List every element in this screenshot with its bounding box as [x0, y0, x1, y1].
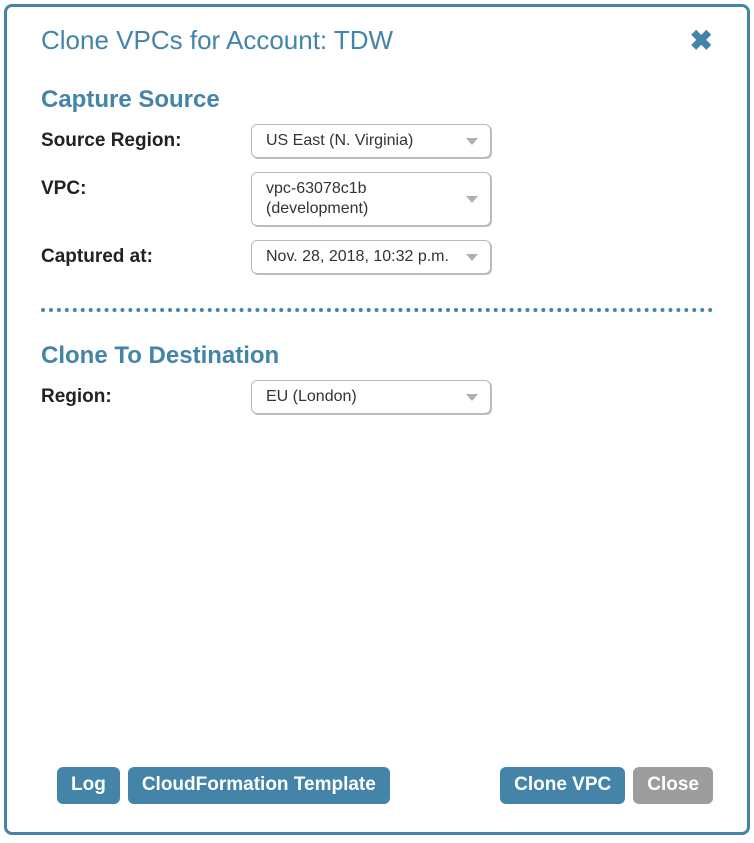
vpc-row: VPC: vpc-63078c1b (development) [41, 172, 713, 226]
section-divider [41, 308, 713, 312]
modal-title: Clone VPCs for Account: TDW [41, 25, 393, 56]
destination-region-value: EU (London) [266, 387, 357, 407]
log-button[interactable]: Log [57, 767, 120, 804]
close-button[interactable]: Close [633, 767, 713, 804]
close-icon[interactable]: ✖ [690, 27, 713, 55]
destination-region-select[interactable]: EU (London) [251, 380, 491, 414]
destination-region-row: Region: EU (London) [41, 380, 713, 414]
vpc-label: VPC: [41, 172, 251, 200]
modal-body: Capture Source Source Region: US East (N… [7, 56, 747, 767]
captured-at-value: Nov. 28, 2018, 10:32 p.m. [266, 247, 449, 267]
source-region-select[interactable]: US East (N. Virginia) [251, 124, 491, 158]
clone-vpc-button[interactable]: Clone VPC [500, 767, 625, 804]
capture-source-heading: Capture Source [41, 86, 713, 114]
footer-left-buttons: Log CloudFormation Template [57, 767, 390, 804]
captured-at-select[interactable]: Nov. 28, 2018, 10:32 p.m. [251, 240, 491, 274]
modal-footer: Log CloudFormation Template Clone VPC Cl… [7, 767, 747, 832]
captured-at-label: Captured at: [41, 240, 251, 268]
footer-right-buttons: Clone VPC Close [500, 767, 713, 804]
chevron-down-icon [466, 196, 478, 203]
chevron-down-icon [466, 138, 478, 145]
source-region-row: Source Region: US East (N. Virginia) [41, 124, 713, 158]
source-region-label: Source Region: [41, 124, 251, 152]
chevron-down-icon [466, 394, 478, 401]
destination-region-label: Region: [41, 380, 251, 408]
source-region-value: US East (N. Virginia) [266, 131, 413, 151]
clone-vpc-modal: Clone VPCs for Account: TDW ✖ Capture So… [4, 4, 750, 835]
modal-header: Clone VPCs for Account: TDW ✖ [7, 7, 747, 56]
captured-at-row: Captured at: Nov. 28, 2018, 10:32 p.m. [41, 240, 713, 274]
clone-destination-heading: Clone To Destination [41, 342, 713, 370]
cloudformation-template-button[interactable]: CloudFormation Template [128, 767, 390, 804]
vpc-select[interactable]: vpc-63078c1b (development) [251, 172, 491, 226]
vpc-value: vpc-63078c1b (development) [266, 179, 456, 219]
chevron-down-icon [466, 254, 478, 261]
